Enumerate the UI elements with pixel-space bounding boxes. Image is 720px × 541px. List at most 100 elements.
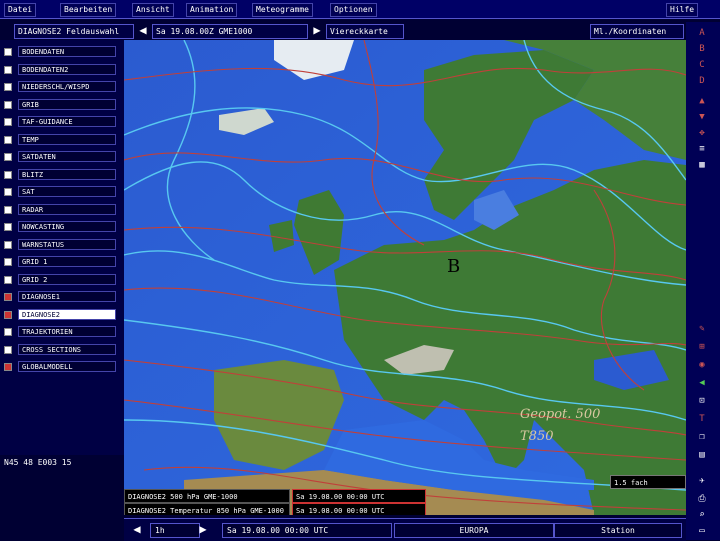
point-icon[interactable]: ◉ [688,358,716,372]
layer-checkbox[interactable] [4,153,12,161]
layer-label[interactable]: DIAGNOSE1 [18,291,116,302]
next-arrow-icon[interactable]: ▶ [310,23,324,38]
layer-item[interactable]: SAT [4,186,122,198]
zoom-in-icon[interactable]: ▲ [688,94,716,108]
layer-label[interactable]: DIAGNOSE2 [18,308,116,320]
station-select[interactable]: Station [554,523,682,538]
print-icon[interactable]: ⎙ [688,492,716,506]
layer-label[interactable]: GLOBALMODELL [18,361,116,372]
toolbar: DIAGNOSE2 Feldauswahl ◀ Sa 19.08.00Z GME… [0,22,686,40]
step-back-icon[interactable]: ◀ [130,522,144,537]
plane-icon[interactable]: ✈ [688,474,716,488]
layer-item[interactable]: NOWCASTING [4,221,122,233]
layer-item[interactable]: GRID 1 [4,256,122,268]
grid-icon[interactable]: ▦ [688,158,716,172]
draw-icon[interactable]: ✎ [688,322,716,336]
layer-checkbox[interactable] [4,100,12,109]
region-select[interactable]: EUROPA [394,523,554,538]
layer-item[interactable]: SATDATEN [4,151,122,163]
layer-checkbox[interactable] [4,240,12,249]
layer-label[interactable]: BODENDATEN [18,46,116,57]
layer-item[interactable]: BODENDATEN2 [4,63,122,76]
weather-map[interactable]: B Geopot. 500 T850 1.5 fach DIAGNOSE2 50… [124,40,686,515]
layer-item[interactable]: BODENDATEN [4,46,122,58]
layer-item[interactable]: GRID 2 [4,273,122,286]
layer-item[interactable]: NIEDERSCHL/WISPD [4,81,122,93]
tool-letter-c[interactable]: C [688,58,716,72]
current-time-display: Sa 19.08.00 00:00 UTC [222,523,392,538]
layer-checkbox[interactable] [4,48,12,56]
layer-checkbox[interactable] [4,258,12,266]
text-icon[interactable]: T [688,412,716,426]
magnify-icon[interactable]: ⌕ [688,508,716,522]
menu-datei[interactable]: Datei [4,3,37,17]
layer-label[interactable]: SATDATEN [18,151,116,162]
pan-icon[interactable]: ✥ [688,126,716,140]
menu-bearbeiten[interactable]: Bearbeiten [60,3,117,17]
layer-icon[interactable]: ≡ [688,142,716,156]
station-icon[interactable]: ⊡ [688,394,716,408]
view-select[interactable]: Viereckkarte [326,24,404,39]
coords-toggle[interactable]: Ml./Koordinaten [590,24,684,39]
chart-icon[interactable]: ▤ [688,448,716,462]
layer-label[interactable]: RADAR [18,203,116,215]
layer-checkbox[interactable] [4,275,12,284]
zoom-out-icon[interactable]: ▼ [688,110,716,124]
layer-item[interactable]: WARNSTATUS [4,238,122,251]
layer-checkbox[interactable] [4,135,12,144]
layer-checkbox[interactable] [4,293,12,301]
layer-item[interactable]: GLOBALMODELL [4,361,122,373]
layer-label[interactable]: SAT [18,186,116,197]
menu-meteogramme[interactable]: Meteogramme [252,3,313,17]
layer-label[interactable]: GRID 1 [18,256,116,267]
layer-checkbox[interactable] [4,118,12,126]
green-arrow-icon[interactable]: ◀ [688,376,716,390]
layer-item[interactable]: DIAGNOSE1 [4,291,122,303]
layer-label[interactable]: BLITZ [18,168,116,180]
step-forward-icon[interactable]: ▶ [196,522,210,537]
layer-item[interactable]: BLITZ [4,168,122,181]
layer-checkbox[interactable] [4,188,12,196]
layer-label[interactable]: GRIB [18,98,116,110]
tool-letter-b[interactable]: B [688,42,716,56]
window-icon[interactable]: ▭ [688,524,716,538]
map-canvas[interactable]: B Geopot. 500 T850 [124,40,686,515]
layer-label[interactable]: NOWCASTING [18,221,116,232]
layer-item[interactable]: TRAJEKTORIEN [4,326,122,338]
layer-item[interactable]: TEMP [4,133,122,146]
menu-ansicht[interactable]: Ansicht [132,3,174,17]
layer-item[interactable]: TAF-GUIDANCE [4,116,122,128]
layer-label[interactable]: TEMP [18,133,116,145]
layer-item[interactable]: DIAGNOSE2 [4,308,122,321]
copy-icon[interactable]: ❐ [688,430,716,444]
layer-checkbox[interactable] [4,223,12,231]
layer-checkbox[interactable] [4,83,12,91]
layer-item[interactable]: GRIB [4,98,122,111]
layer-label[interactable]: GRID 2 [18,273,116,285]
layer-checkbox[interactable] [4,363,12,371]
menu-hilfe[interactable]: Hilfe [666,3,699,17]
layer-label[interactable]: NIEDERSCHL/WISPD [18,81,116,92]
layer-label[interactable]: TAF-GUIDANCE [18,116,116,127]
field-select-dropdown[interactable]: DIAGNOSE2 Feldauswahl [14,24,134,39]
layer-label[interactable]: CROSS SECTIONS [18,343,116,355]
level-box[interactable]: 1.5 fach [610,475,686,489]
tool-letter-a[interactable]: A [688,26,716,40]
layer-checkbox[interactable] [4,328,12,336]
menu-animation[interactable]: Animation [186,3,238,17]
layer-checkbox[interactable] [4,65,12,74]
menu-optionen[interactable]: Optionen [330,3,377,17]
layer-label[interactable]: BODENDATEN2 [18,63,116,75]
layer-checkbox[interactable] [4,345,12,354]
layer-item[interactable]: CROSS SECTIONS [4,343,122,356]
prev-arrow-icon[interactable]: ◀ [136,23,150,38]
layer-item[interactable]: RADAR [4,203,122,216]
layer-label[interactable]: WARNSTATUS [18,238,116,250]
layer-checkbox[interactable] [4,205,12,214]
tool-letter-d[interactable]: D [688,74,716,88]
layer-label[interactable]: TRAJEKTORIEN [18,326,116,337]
layer-checkbox[interactable] [4,310,12,319]
time-step-select[interactable]: 1h [150,523,200,538]
measure-icon[interactable]: ⊞ [688,340,716,354]
layer-checkbox[interactable] [4,170,12,179]
